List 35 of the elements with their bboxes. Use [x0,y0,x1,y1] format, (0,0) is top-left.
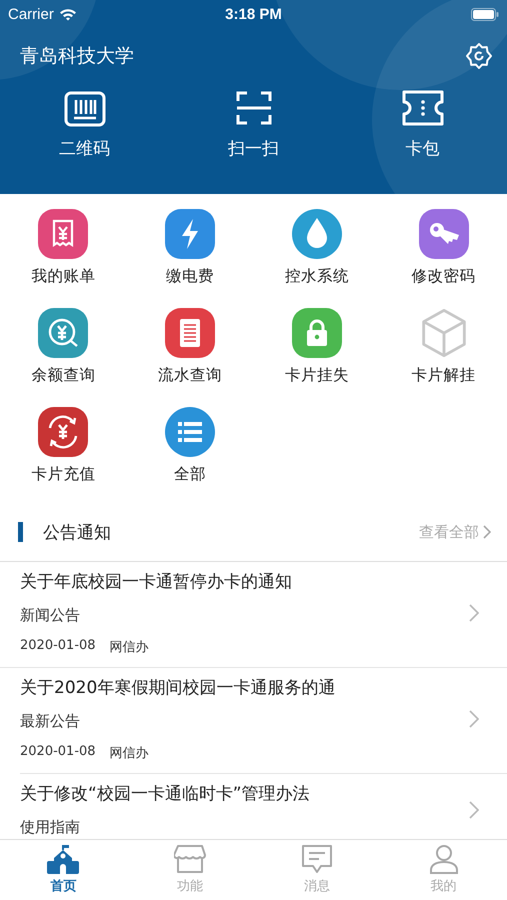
function-item[interactable]: 我的账单 [0,208,127,287]
function-item[interactable]: 修改密码 [380,208,507,287]
function-item[interactable]: 控水系统 [254,208,380,287]
person-icon [428,844,459,874]
wifi-icon [58,8,77,20]
function-item[interactable]: 缴电费 [126,208,254,287]
quick-action[interactable]: 扫一扫 [169,86,338,160]
scan-icon [234,89,272,127]
section-marker [18,522,23,542]
notice-item[interactable]: 关于年底校园一卡通暂停办卡的通知 新闻公告 2020-01-08 网信办 [0,562,507,668]
ticket-icon [400,89,444,127]
chevron-icon [469,800,479,818]
chevron-icon [483,525,491,539]
chevron-icon [469,604,479,622]
status-time: 3:18 PM [224,6,283,22]
battery-icon [471,8,499,20]
function-item[interactable]: 流水查询 [126,307,254,386]
app-title: 青岛科技大学 [20,44,134,69]
barcode-icon [64,91,106,127]
function-item[interactable]: 余额查询 [0,307,127,386]
function-item[interactable]: 全部 [126,406,254,485]
tab-item[interactable]: 首页 [0,840,127,900]
chevron-icon [469,710,479,728]
function-item[interactable]: 卡片挂失 [254,307,380,386]
shop-icon [174,844,206,874]
notice-item[interactable]: 关于2020年寒假期间校园一卡通服务的通 最新公告 2020-01-08 网信办 [20,668,507,774]
quick-action[interactable]: 二维码 [0,86,169,160]
function-item[interactable]: 卡片充值 [0,406,127,485]
quick-action[interactable]: 卡包 [338,86,507,160]
section-title: 公告通知 [43,522,111,544]
message-icon [300,844,333,874]
school-building-icon [46,844,80,874]
carrier-name: Carrier [8,6,54,22]
settings-icon[interactable] [464,41,494,71]
function-item[interactable]: 卡片解挂 [380,307,507,386]
